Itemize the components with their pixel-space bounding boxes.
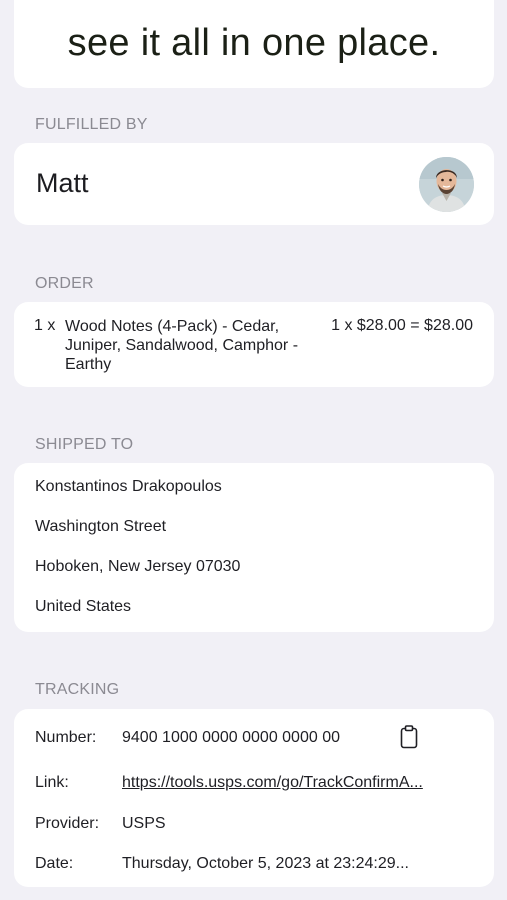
shipping-address-card: Konstantinos Drakopoulos Washington Stre…	[14, 463, 494, 632]
order-section-label: ORDER	[35, 275, 94, 292]
tracking-card: Number: 9400 1000 0000 0000 0000 00 Link…	[14, 709, 494, 887]
fulfiller-name: Matt	[36, 168, 89, 198]
tracking-link[interactable]: https://tools.usps.com/go/TrackConfirmA.…	[122, 774, 423, 792]
tracking-link-label: Link:	[35, 774, 69, 791]
order-card: 1 x Wood Notes (4-Pack) - Cedar, Juniper…	[14, 302, 494, 387]
tracking-provider-label: Provider:	[35, 815, 100, 832]
fulfilled-by-card[interactable]: Matt	[14, 143, 494, 225]
hero-heading: see it all in one place.	[67, 22, 441, 64]
tracking-date-value: Thursday, October 5, 2023 at 23:24:29...	[122, 855, 409, 872]
order-item-quantity: 1 x	[34, 317, 56, 334]
shipped-to-section-label: SHIPPED TO	[35, 436, 134, 453]
shipping-city-state-zip: Hoboken, New Jersey 07030	[35, 558, 241, 575]
tracking-provider-value: USPS	[122, 815, 166, 832]
order-detail-screen: see it all in one place. FULFILLED BY Ma…	[0, 0, 507, 900]
fulfilled-by-section-label: FULFILLED BY	[35, 116, 148, 133]
order-item-description: Wood Notes (4-Pack) - Cedar, Juniper, Sa…	[65, 318, 299, 373]
tracking-number-value: 9400 1000 0000 0000 0000 00	[122, 729, 340, 746]
shipping-name: Konstantinos Drakopoulos	[35, 478, 222, 495]
tracking-date-label: Date:	[35, 855, 74, 872]
avatar[interactable]	[419, 157, 474, 212]
person-avatar-icon	[419, 157, 474, 212]
tracking-section-label: TRACKING	[35, 681, 120, 698]
order-item-price: 1 x $28.00 = $28.00	[331, 317, 473, 334]
hero-card: see it all in one place.	[14, 0, 494, 88]
clipboard-icon[interactable]	[400, 725, 418, 749]
shipping-street: Washington Street	[35, 518, 167, 535]
shipping-country: United States	[35, 598, 132, 615]
tracking-number-label: Number:	[35, 729, 97, 746]
